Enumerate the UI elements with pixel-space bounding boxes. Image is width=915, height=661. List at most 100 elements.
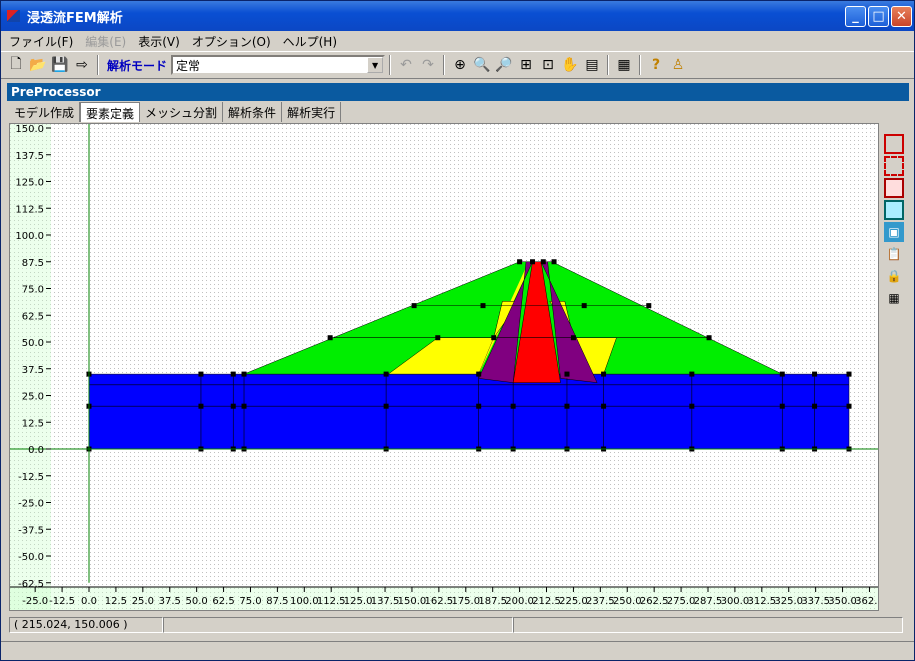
y-tick-label: 0.0	[28, 445, 44, 456]
x-tick-label: 237.5	[586, 596, 615, 607]
mesh-node	[564, 371, 570, 377]
mesh-node	[812, 371, 818, 377]
redo-icon[interactable]: ↷	[417, 54, 439, 76]
tab-bar: モデル作成 要素定義 メッシュ分割 解析条件 解析実行	[9, 102, 342, 122]
menu-item[interactable]: 表示(V)	[132, 33, 186, 50]
mesh-node	[383, 371, 389, 377]
analysis-mode-value: 定常	[176, 58, 201, 73]
menu-item[interactable]: オプション(O)	[186, 33, 277, 50]
title-bar[interactable]: 浸透流FEM解析 _ □ ✕	[1, 1, 914, 31]
select-element-icon[interactable]	[884, 134, 904, 154]
mesh-node	[570, 335, 576, 341]
minimize-button[interactable]: _	[845, 5, 866, 27]
y-tick-label: 87.5	[22, 258, 44, 269]
mesh-node	[601, 371, 607, 377]
x-tick-label: 50.0	[186, 596, 208, 607]
x-tick-label: 112.5	[317, 596, 346, 607]
boundary-icon[interactable]: 📋	[884, 244, 904, 264]
save-icon[interactable]: 💾	[49, 54, 71, 76]
mesh-node	[230, 403, 236, 409]
mesh-node	[689, 371, 695, 377]
x-tick-label: 312.5	[747, 596, 776, 607]
x-tick-label: 212.5	[532, 596, 561, 607]
context-help-icon[interactable]: ♙	[667, 54, 689, 76]
undo-icon[interactable]: ↶	[395, 54, 417, 76]
x-tick-label: -12.5	[49, 596, 75, 607]
x-tick-label: 337.5	[801, 596, 830, 607]
tab[interactable]: メッシュ分割	[140, 102, 224, 122]
menu-item[interactable]: ヘルプ(H)	[277, 33, 343, 50]
x-tick-label: 200.0	[505, 596, 534, 607]
x-tick-label: 300.0	[721, 596, 750, 607]
menu-item[interactable]: ファイル(F)	[3, 33, 79, 50]
mesh-node	[491, 335, 497, 341]
tab[interactable]: 要素定義	[80, 102, 141, 122]
mesh-node	[846, 371, 852, 377]
tab[interactable]: モデル作成	[9, 102, 81, 122]
table-icon[interactable]: ▦	[884, 288, 904, 308]
tab[interactable]: 解析実行	[282, 102, 342, 122]
window-title: 浸透流FEM解析	[27, 10, 123, 26]
app-icon	[7, 8, 23, 24]
mesh-node	[435, 335, 441, 341]
select-region-icon[interactable]	[884, 178, 904, 198]
y-tick-label: -50.0	[18, 552, 44, 563]
color-settings-icon[interactable]: ▦	[613, 54, 635, 76]
menu-item[interactable]: 編集(E)	[79, 33, 132, 50]
mesh-node	[241, 403, 247, 409]
mesh-node	[530, 259, 536, 265]
x-tick-label: 100.0	[290, 596, 319, 607]
lock-icon[interactable]: 🔒	[884, 266, 904, 286]
drawing-canvas[interactable]: 150.0 137.5 125.0 112.5 100.0 87.5 75.0 62.5 50.…	[9, 123, 879, 611]
mesh-node	[327, 335, 333, 341]
mesh-node	[480, 303, 486, 309]
toolbar: 🗋 📂 💾 ⇨ 解析モード 定常 ▼ ↶ ↷ ⊕ 🔍 🔎 ⊞ ⊡ ✋ ▤ ▦ ?…	[1, 51, 914, 79]
material-icon[interactable]: ▣	[884, 222, 904, 242]
toolbar-separator	[97, 55, 99, 75]
maximize-button[interactable]: □	[868, 5, 889, 27]
element-property-icon[interactable]	[884, 200, 904, 220]
zoom-in-icon[interactable]: 🔍	[471, 54, 493, 76]
y-tick-label: 25.0	[22, 392, 44, 403]
x-tick-label: 262.5	[640, 596, 669, 607]
foundation-region	[88, 373, 850, 450]
tab[interactable]: 解析条件	[223, 102, 283, 122]
y-tick-label: 100.0	[15, 231, 44, 242]
x-tick-label: 12.5	[105, 596, 127, 607]
zoom-window-icon[interactable]: ⊕	[449, 54, 471, 76]
y-tick-label: 150.0	[15, 124, 44, 135]
pan-hand-icon[interactable]: ✋	[559, 54, 581, 76]
status-pane	[513, 617, 903, 633]
fem-model-plot[interactable]: 150.0137.5125.0112.5100.087.575.062.550.…	[10, 124, 879, 611]
y-tick-label: 75.0	[22, 285, 44, 296]
fit-window-icon[interactable]: ⊡	[537, 54, 559, 76]
cursor-coordinates: ( 215.024, 150.006 )	[9, 617, 163, 633]
mesh-node	[706, 335, 712, 341]
open-folder-icon[interactable]: 📂	[27, 54, 49, 76]
chevron-down-icon[interactable]: ▼	[367, 57, 384, 73]
new-file-icon[interactable]: 🗋	[5, 54, 27, 76]
mesh-node	[779, 371, 785, 377]
close-button[interactable]: ✕	[891, 5, 912, 27]
zoom-out-icon[interactable]: 🔎	[493, 54, 515, 76]
select-node-icon[interactable]	[884, 156, 904, 176]
print-preview-icon[interactable]: ▤	[581, 54, 603, 76]
x-tick-label: 350.0	[828, 596, 857, 607]
x-tick-label: 187.5	[478, 596, 507, 607]
status-pane	[163, 617, 513, 633]
x-tick-label: 250.0	[613, 596, 642, 607]
help-icon[interactable]: ?	[645, 54, 667, 76]
analysis-mode-select[interactable]: 定常 ▼	[171, 55, 386, 75]
mesh-node	[846, 403, 852, 409]
y-tick-label: 137.5	[15, 151, 44, 162]
x-tick-label: 275.0	[667, 596, 696, 607]
x-tick-label: 25.0	[132, 596, 154, 607]
menu-bar: ファイル(F) 編集(E) 表示(V) オプション(O) ヘルプ(H)	[1, 31, 914, 51]
mesh-node	[646, 303, 652, 309]
mesh-node	[476, 371, 482, 377]
export-icon[interactable]: ⇨	[71, 54, 93, 76]
fit-all-icon[interactable]: ⊞	[515, 54, 537, 76]
mesh-node	[241, 371, 247, 377]
x-tick-label: 362.5	[855, 596, 879, 607]
y-tick-label: 37.5	[22, 365, 44, 376]
